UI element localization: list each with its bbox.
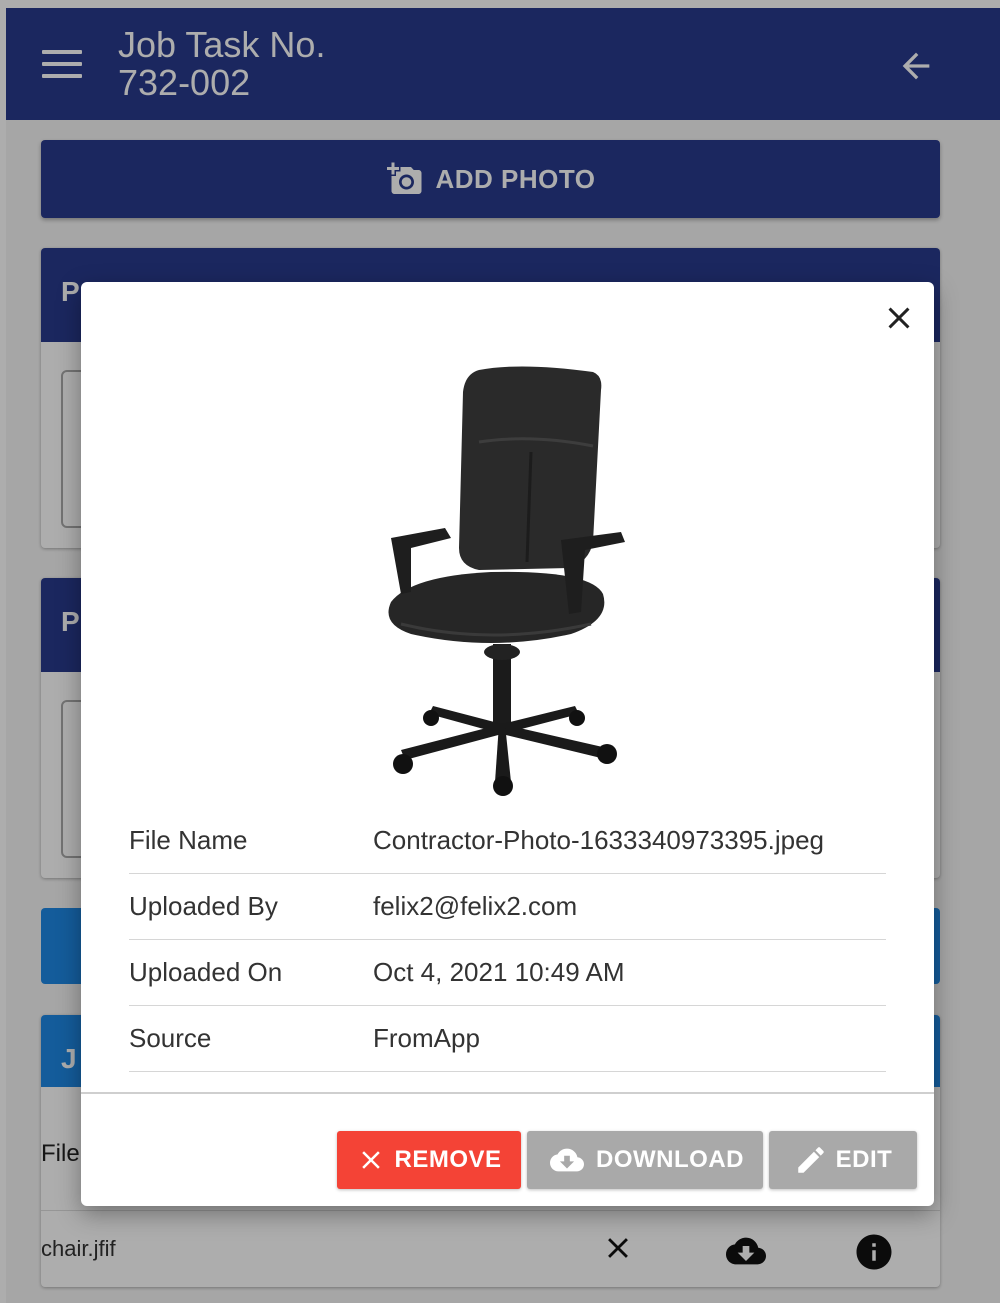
detail-value: Contractor-Photo-1633340973395.jpeg: [373, 825, 825, 855]
file-details: File Name Contractor-Photo-1633340973395…: [129, 808, 886, 1072]
detail-value: FromApp: [373, 1023, 480, 1053]
detail-key: Source: [129, 1023, 212, 1053]
edit-button[interactable]: EDIT: [769, 1131, 917, 1189]
detail-row-file-name: File Name Contractor-Photo-1633340973395…: [129, 808, 886, 874]
close-icon: [362, 1151, 381, 1169]
detail-row-uploaded-on: Uploaded On Oct 4, 2021 10:49 AM: [129, 940, 886, 1006]
photo-details-dialog: File Name Contractor-Photo-1633340973395…: [81, 282, 934, 1206]
download-button[interactable]: DOWNLOAD: [527, 1131, 763, 1189]
detail-key: File Name: [129, 825, 248, 855]
edit-icon: [797, 1147, 824, 1173]
detail-value: felix2@felix2.com: [373, 891, 578, 921]
close-icon[interactable]: [881, 300, 917, 336]
detail-value: Oct 4, 2021 10:49 AM: [373, 957, 625, 987]
remove-label: REMOVE: [394, 1146, 502, 1173]
detail-row-source: Source FromApp: [129, 1006, 886, 1072]
download-label: DOWNLOAD: [596, 1146, 744, 1173]
photo-preview: [388, 366, 625, 796]
detail-key: Uploaded By: [129, 891, 278, 921]
detail-key: Uploaded On: [129, 957, 283, 987]
edit-label: EDIT: [835, 1146, 893, 1173]
remove-button[interactable]: REMOVE: [337, 1131, 521, 1189]
cloud-download-icon: [550, 1148, 584, 1172]
dialog-divider: [81, 1092, 934, 1094]
dialog-actions: REMOVE DOWNLOAD EDIT: [337, 1131, 917, 1189]
detail-row-uploaded-by: Uploaded By felix2@felix2.com: [129, 874, 886, 940]
